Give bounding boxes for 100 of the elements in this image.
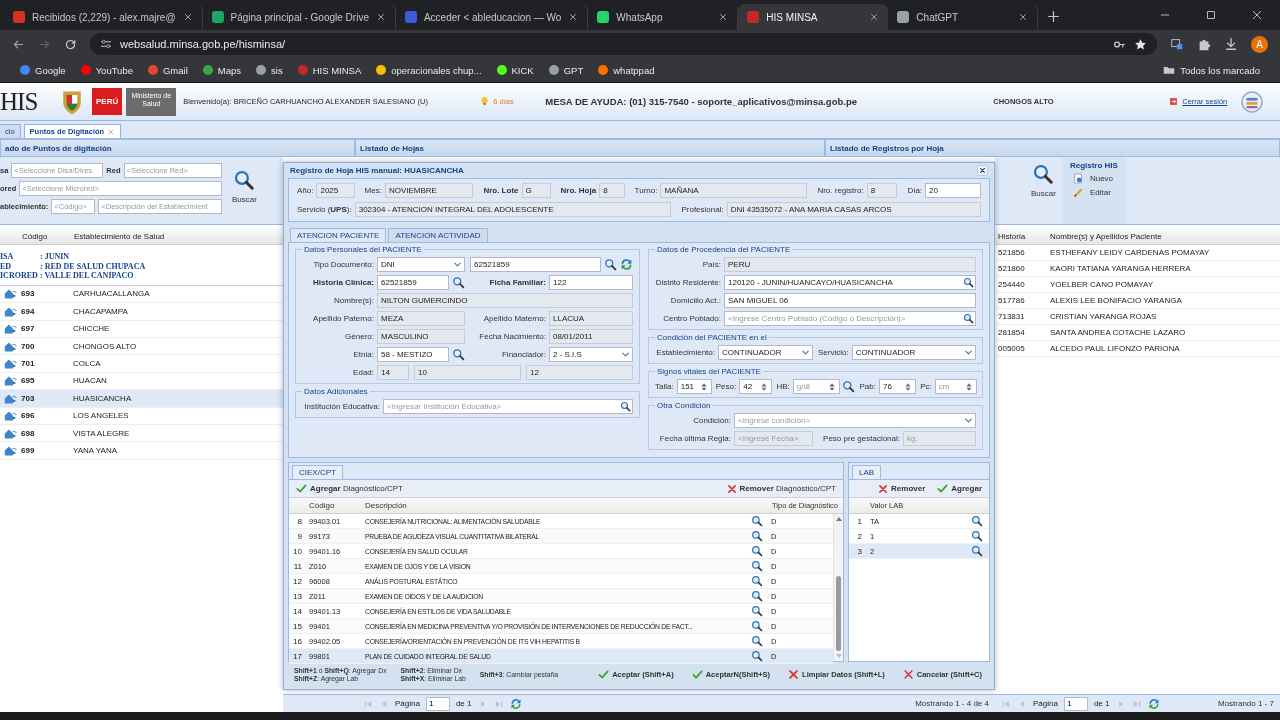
dropdown[interactable]: CONTINUADOR: [718, 345, 813, 360]
zoom-icon[interactable]: [751, 575, 763, 587]
zoom-icon[interactable]: [751, 620, 763, 632]
page-field[interactable]: 1: [1063, 696, 1088, 711]
close-icon[interactable]: [718, 12, 729, 22]
zoom-icon[interactable]: [751, 530, 763, 542]
table-row[interactable]: 694 CHACAPAMPA: [0, 303, 283, 321]
remove-button[interactable]: Remover Diagnóstico/CPT: [723, 483, 839, 494]
zoom-icon[interactable]: [751, 515, 763, 527]
text-field[interactable]: LLACUA: [549, 311, 633, 326]
table-row[interactable]: 703 HUASICANCHA: [0, 390, 283, 408]
tab[interactable]: ATENCION PACIENTE: [290, 228, 387, 242]
text-field[interactable]: 62521859: [377, 275, 449, 290]
search-icon[interactable]: [841, 380, 855, 393]
bookmark[interactable]: HIS MINSA: [297, 64, 362, 76]
text-field[interactable]: NILTON GUMERCINDO: [377, 293, 633, 308]
close-icon[interactable]: [1018, 12, 1029, 22]
maximize-icon[interactable]: [1205, 9, 1217, 21]
bookmark[interactable]: operacionales chup...: [376, 64, 482, 76]
close-icon[interactable]: [182, 12, 193, 22]
zoom-icon[interactable]: [751, 650, 763, 662]
add-button[interactable]: Agregar: [934, 483, 985, 494]
dropdown[interactable]: DNI: [377, 257, 465, 272]
dropdown[interactable]: CONTINUADOR: [851, 345, 976, 360]
dropdown[interactable]: <Ingrese condición>: [734, 413, 976, 428]
star-icon[interactable]: [1134, 37, 1147, 51]
bookmark[interactable]: whatppad: [598, 64, 655, 76]
text-field[interactable]: SAN MIGUEL 06: [724, 293, 976, 308]
zoom-icon[interactable]: [751, 605, 763, 617]
number-field[interactable]: g/dl: [792, 379, 840, 394]
text-field[interactable]: MAÑANA: [660, 183, 808, 198]
close-icon[interactable]: [869, 12, 880, 22]
zoom-icon[interactable]: [751, 560, 763, 572]
text-field[interactable]: DNI 43535072 - ANA MARIA CASAS ARCOS: [726, 202, 981, 217]
puzzle-icon[interactable]: [1197, 37, 1211, 51]
toolbar-button[interactable]: Editar: [1069, 187, 1118, 198]
table-row[interactable]: 701 COLCA: [0, 355, 283, 373]
new-tab-icon[interactable]: [1047, 10, 1061, 23]
search-icon[interactable]: [452, 276, 465, 289]
text-field[interactable]: MEZA: [377, 311, 465, 326]
text-field[interactable]: 2025: [316, 183, 355, 198]
close-icon[interactable]: [375, 12, 386, 22]
text-field[interactable]: 14: [377, 365, 409, 380]
table-row[interactable]: 699 YANA YANA: [0, 442, 283, 460]
tab[interactable]: CIEX/CPT: [292, 465, 343, 479]
dropdown[interactable]: 2 - S.I.S: [549, 347, 633, 362]
tab[interactable]: LAB: [852, 465, 882, 479]
bookmark[interactable]: Gmail: [148, 64, 188, 76]
zoom-icon[interactable]: [971, 545, 983, 557]
browser-tab[interactable]: HIS MINSA: [738, 4, 889, 30]
text-field[interactable]: 122: [549, 275, 633, 290]
table-row[interactable]: 698 VISTA ALEGRE: [0, 424, 283, 443]
site-info-icon[interactable]: [100, 38, 112, 50]
add-button[interactable]: Agregar Diagnóstico/CPT: [293, 483, 406, 494]
table-row[interactable]: 693 CARHUACALLANGA: [0, 285, 283, 304]
tab[interactable]: ATENCION ACTIVIDAD: [388, 228, 488, 242]
remove-button[interactable]: Remover: [875, 483, 929, 494]
bookmark[interactable]: Maps: [202, 64, 242, 76]
zoom-icon[interactable]: [751, 545, 763, 557]
zoom-icon[interactable]: [751, 590, 763, 602]
scroll-up-icon[interactable]: [834, 516, 843, 522]
search-field[interactable]: 120120 - JUNIN/HUANCAYO/HUASICANCHA: [724, 275, 976, 290]
search-icon[interactable]: [452, 348, 465, 361]
search-icon[interactable]: [604, 258, 617, 271]
text-field[interactable]: G: [521, 183, 551, 198]
refresh-icon[interactable]: [1147, 697, 1160, 710]
scrollbar[interactable]: [833, 514, 843, 661]
text-field[interactable]: 58 - MESTIZO: [377, 347, 449, 362]
extension-icon[interactable]: [1170, 37, 1184, 51]
close-icon[interactable]: [977, 165, 988, 176]
number-field[interactable]: cm: [934, 379, 977, 394]
number-field[interactable]: 42: [739, 379, 773, 394]
download-icon[interactable]: [1224, 37, 1238, 51]
table-row[interactable]: 697 CHICCHE: [0, 320, 283, 338]
search-field[interactable]: <Ingrese Centro Poblado (Código o Descripción)>: [724, 311, 976, 326]
refresh-icon[interactable]: [620, 258, 633, 271]
text-field[interactable]: NOVIEMBRE: [384, 183, 474, 198]
table-row[interactable]: 700 CHONGOS ALTO: [0, 337, 283, 356]
text-field[interactable]: MASCULINO: [377, 329, 465, 344]
page-field[interactable]: 1: [425, 696, 450, 711]
text-field[interactable]: 12: [526, 365, 633, 380]
text-field[interactable]: 302304 - ATENCION INTEGRAL DEL ADOLESCENTE: [354, 202, 672, 217]
address-bar[interactable]: websalud.minsa.gob.pe/hisminsa/: [90, 33, 1157, 55]
text-field[interactable]: 8: [866, 183, 898, 198]
zoom-icon[interactable]: [751, 635, 763, 647]
search-button[interactable]: Buscar: [1029, 157, 1058, 224]
text-field[interactable]: 08/01/2011: [549, 329, 633, 344]
search-field[interactable]: <Ingresar Institución Educativa>: [383, 399, 633, 414]
text-field[interactable]: 62521859: [470, 257, 601, 272]
zoom-icon[interactable]: [971, 515, 983, 527]
number-field[interactable]: 151: [676, 379, 712, 394]
table-row[interactable]: 696 LOS ANGELES: [0, 407, 283, 425]
bookmark[interactable]: YouTube: [80, 64, 133, 76]
text-field[interactable]: kg.: [903, 431, 976, 446]
bookmark[interactable]: KICK: [496, 64, 534, 76]
text-field[interactable]: 20: [925, 183, 981, 198]
toolbar-button[interactable]: Nuevo: [1069, 173, 1118, 184]
zoom-icon[interactable]: [971, 530, 983, 542]
bookmark[interactable]: Google: [20, 64, 66, 76]
close-icon[interactable]: [568, 12, 579, 22]
